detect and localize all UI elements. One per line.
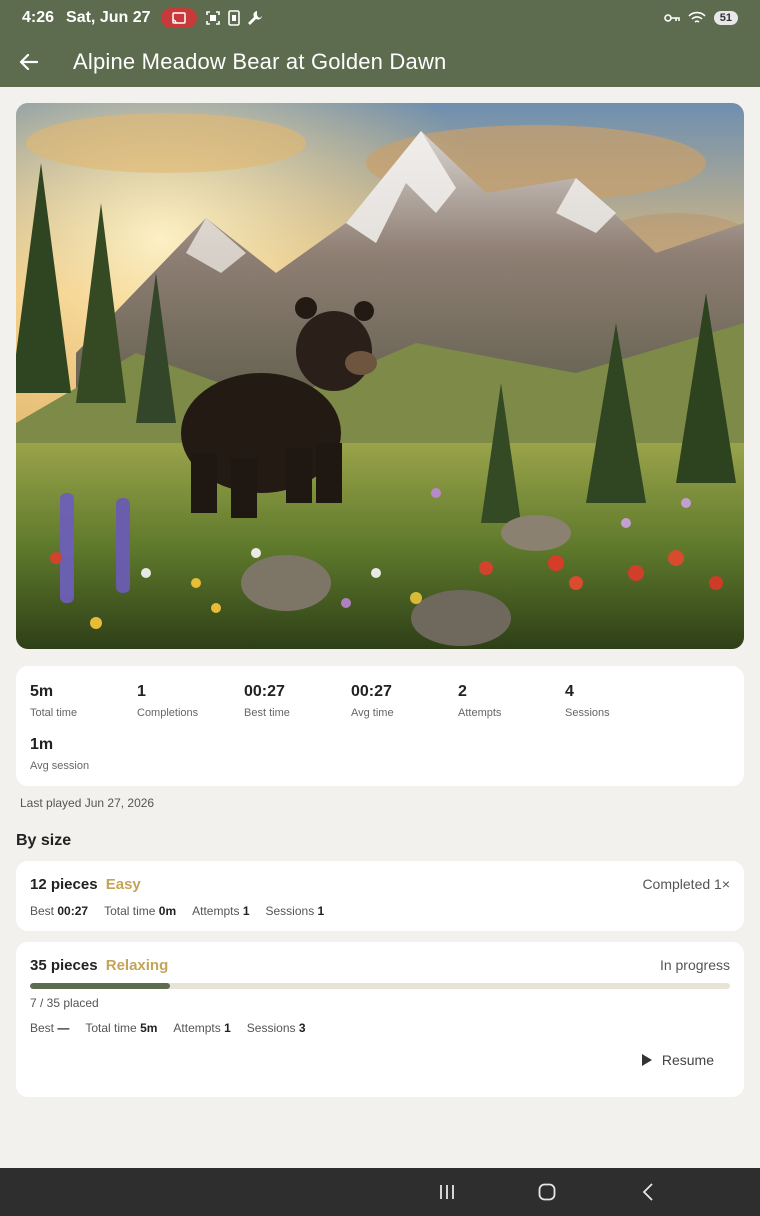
stat-value: 00:27 [351, 683, 392, 700]
recent-apps-icon [440, 1185, 454, 1199]
back-button[interactable] [0, 36, 56, 87]
size-metrics: Best — Total time 5m Attempts 1 Sessions… [30, 1021, 306, 1035]
metric-value: 00:27 [57, 904, 89, 918]
metric-label: Attempts [192, 904, 240, 918]
stat-value: 1m [30, 736, 54, 753]
stat-label: Avg time [351, 707, 394, 719]
status-date: Sat, Jun 27 [66, 9, 151, 26]
metric-label: Attempts [173, 1021, 221, 1035]
recent-apps-button[interactable] [435, 1180, 459, 1204]
difficulty-badge: Easy [105, 876, 141, 893]
stat-label: Best time [244, 707, 290, 719]
home-icon [538, 1183, 556, 1201]
metric-label: Best [30, 1021, 55, 1035]
stat-value: 5m [30, 683, 54, 700]
page-title: Alpine Meadow Bear at Golden Dawn [73, 48, 447, 74]
stat-label: Avg session [30, 760, 90, 772]
resume-button[interactable]: Resume [641, 1052, 714, 1068]
stat-avg-time: 00:27 Avg time [351, 683, 451, 719]
resume-label: Resume [661, 1052, 714, 1068]
stat-value: 1 [137, 683, 146, 700]
placed-count: 7 / 35 placed [30, 996, 99, 1010]
section-title-by-size: By size [16, 832, 72, 849]
stat-sessions: 4 Sessions [565, 683, 665, 719]
status-badge: In progress [659, 957, 730, 973]
stat-completions: 1 Completions [137, 683, 237, 719]
phone-icon [227, 10, 240, 26]
system-nav-bar [0, 1168, 760, 1216]
progress-fill [30, 983, 170, 989]
metric-label: Sessions [265, 904, 315, 918]
stat-avg-session: 1m Avg session [30, 736, 130, 772]
stat-label: Completions [137, 707, 199, 719]
stat-best-time: 00:27 Best time [244, 683, 344, 719]
stats-card: 5m Total time 1 Completions 00:27 Best t… [16, 666, 744, 786]
stat-attempts: 2 Attempts [458, 683, 558, 719]
wrench-icon [247, 11, 262, 25]
cast-icon [160, 8, 197, 28]
wifi-icon [688, 11, 706, 23]
app-bar: Alpine Meadow Bear at Golden Dawn [0, 36, 760, 87]
back-nav-button[interactable] [636, 1180, 660, 1204]
chevron-left-icon [642, 1183, 653, 1201]
difficulty-badge: Relaxing [105, 957, 169, 974]
status-bar: 4:26 Sat, Jun 27 51 [0, 0, 760, 36]
metric-label: Total time [85, 1021, 137, 1035]
metric-value: 1 [242, 904, 250, 918]
stat-value: 00:27 [244, 683, 285, 700]
metric-label: Total time [104, 904, 156, 918]
stat-value: 2 [458, 683, 467, 700]
vpn-key-icon [663, 14, 680, 22]
home-button[interactable] [535, 1180, 559, 1204]
size-card-12[interactable]: 12 pieces Easy Completed 1× Best 00:27 T… [16, 861, 744, 931]
metric-value: — [57, 1021, 70, 1035]
metric-label: Sessions [246, 1021, 296, 1035]
battery-icon: 51 [713, 11, 738, 25]
size-pieces: 12 pieces [30, 876, 98, 893]
status-time: 4:26 [22, 9, 55, 26]
last-played: Last played Jun 27, 2026 [20, 796, 155, 810]
metric-value: 1 [317, 904, 325, 918]
metric-value: 0m [158, 904, 177, 918]
stat-label: Attempts [458, 707, 502, 719]
metric-value: 1 [224, 1021, 231, 1035]
size-card-35[interactable]: 35 pieces Relaxing In progress 7 / 35 pl… [16, 942, 744, 1097]
size-pieces: 35 pieces [30, 957, 98, 974]
metric-value: 5m [140, 1021, 158, 1035]
arrow-back-icon [19, 53, 38, 70]
top-bar: 4:26 Sat, Jun 27 51 Alpine Meadow Bear a… [0, 0, 760, 87]
stat-label: Total time [30, 707, 78, 719]
stat-label: Sessions [565, 707, 610, 719]
metric-value: 3 [298, 1021, 306, 1035]
play-icon [641, 1054, 652, 1066]
size-metrics: Best 00:27 Total time 0m Attempts 1 Sess… [30, 904, 324, 918]
screenshot-icon [205, 11, 220, 25]
progress-bar [30, 983, 730, 989]
puzzle-image [16, 103, 744, 649]
stat-total-time: 5m Total time [30, 683, 130, 719]
stat-value: 4 [565, 683, 574, 700]
status-badge: Completed 1× [642, 876, 730, 892]
metric-label: Best [30, 904, 55, 918]
